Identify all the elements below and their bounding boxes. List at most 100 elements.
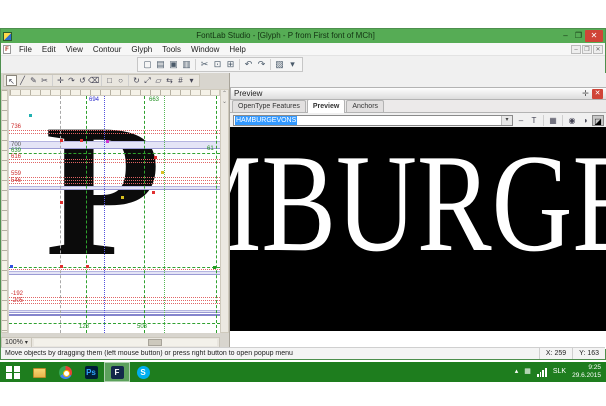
rotate-tool-icon[interactable]: ↻	[131, 75, 142, 86]
menu-glyph[interactable]: Glyph	[126, 43, 157, 56]
knife-tool-icon[interactable]: ✂	[39, 75, 50, 86]
guide-horizontal[interactable]	[9, 303, 220, 304]
ruler-tool-icon[interactable]: #	[175, 75, 186, 86]
copy-icon[interactable]: ⊡	[211, 58, 224, 71]
mdi-close-button[interactable]: ✕	[593, 45, 603, 54]
add-tangent-node-icon[interactable]: ↺	[77, 75, 88, 86]
guide-vertical[interactable]	[104, 96, 105, 333]
guide-horizontal[interactable]	[9, 297, 220, 298]
save-icon[interactable]: ▣	[167, 58, 180, 71]
guide-horizontal[interactable]	[9, 183, 220, 184]
glyph-canvas[interactable]: P 69466373670063961655954661-192-2051285…	[9, 96, 220, 333]
menu-help[interactable]: Help	[224, 43, 250, 56]
ellipse-tool-icon[interactable]: ○	[115, 75, 126, 86]
language-indicator[interactable]: SLK	[553, 362, 566, 382]
mdi-minimize-button[interactable]: –	[571, 45, 581, 54]
contour-node[interactable]	[29, 114, 32, 117]
open-icon[interactable]: ▤	[154, 58, 167, 71]
taskbar-skype[interactable]: S	[130, 362, 156, 382]
menu-contour[interactable]: Contour	[88, 43, 126, 56]
guide-horizontal[interactable]	[9, 177, 220, 178]
menu-edit[interactable]: Edit	[37, 43, 61, 56]
preview-panel-header[interactable]: Preview ✛ ✕	[230, 87, 606, 100]
guide-horizontal[interactable]	[9, 269, 220, 270]
scroll-thumb[interactable]	[148, 339, 162, 346]
guide-horizontal[interactable]	[9, 133, 220, 134]
menu-file[interactable]: File	[14, 43, 37, 56]
taskbar-clock[interactable]: 9:25 29.6.2015	[572, 364, 601, 380]
maximize-button[interactable]: ❐	[572, 30, 585, 42]
network-icon[interactable]	[537, 368, 547, 377]
menu-window[interactable]: Window	[186, 43, 224, 56]
more-toolbar-icon[interactable]: ▾	[286, 58, 299, 71]
contour-node[interactable]	[86, 265, 89, 268]
sample-text-combobox[interactable]: HAMBURGEVONS ▾	[233, 115, 513, 126]
guide-vertical[interactable]	[164, 96, 165, 333]
scale-tool-icon[interactable]: ⤢	[142, 75, 153, 86]
guide-horizontal[interactable]	[9, 153, 220, 154]
tab-preview[interactable]: Preview	[307, 99, 345, 113]
guide-vertical[interactable]	[60, 96, 61, 333]
guide-vertical[interactable]	[216, 96, 217, 333]
horizontal-scrollbar[interactable]	[34, 339, 217, 346]
contour-node[interactable]	[60, 201, 63, 204]
guide-horizontal[interactable]	[9, 310, 220, 313]
guide-horizontal[interactable]	[9, 271, 220, 275]
taskbar-photoshop[interactable]: Ps	[78, 362, 104, 382]
taskbar-file-explorer[interactable]	[26, 362, 52, 382]
mdi-restore-button[interactable]: ❐	[582, 45, 592, 54]
guide-horizontal[interactable]	[9, 323, 220, 324]
tab-anchors[interactable]: Anchors	[346, 100, 384, 112]
tray-grid-icon[interactable]: ▦	[524, 362, 531, 382]
menu-tools[interactable]: Tools	[157, 43, 186, 56]
minimize-button[interactable]: –	[559, 30, 572, 42]
contrast-button[interactable]: ◑	[579, 115, 591, 126]
cut-icon[interactable]: ✂	[198, 58, 211, 71]
guide-vertical[interactable]	[86, 96, 87, 333]
print-icon[interactable]: ▨	[273, 58, 286, 71]
grid-button[interactable]: ▦	[547, 115, 559, 126]
taskbar-fontlab[interactable]: F	[104, 362, 130, 382]
menu-view[interactable]: View	[61, 43, 88, 56]
delete-node-icon[interactable]: ⌫	[88, 75, 99, 86]
tray-overflow-icon[interactable]: ▴	[515, 362, 519, 382]
combo-dropdown-icon[interactable]: ▾	[501, 116, 512, 125]
line-tool-icon[interactable]: ╱	[17, 75, 28, 86]
guide-horizontal[interactable]	[9, 180, 220, 181]
guide-horizontal[interactable]	[9, 267, 220, 268]
color-button[interactable]: ◉	[566, 115, 578, 126]
contour-node[interactable]	[60, 139, 63, 142]
contour-node[interactable]	[154, 156, 157, 159]
taskbar-chrome[interactable]	[52, 362, 78, 382]
redo-icon[interactable]: ↷	[255, 58, 268, 71]
contour-node[interactable]	[60, 265, 63, 268]
preview-close-icon[interactable]: ✕	[592, 89, 603, 99]
guide-horizontal[interactable]	[9, 300, 220, 301]
rectangle-tool-icon[interactable]: □	[104, 75, 115, 86]
contour-node[interactable]	[106, 140, 109, 143]
add-curve-node-icon[interactable]: ↷	[66, 75, 77, 86]
pencil-tool-icon[interactable]: ✎	[28, 75, 39, 86]
edit-tool-icon[interactable]: ↖	[6, 75, 17, 86]
guide-horizontal[interactable]	[9, 314, 220, 316]
tab-opentype-features[interactable]: OpenType Features	[232, 100, 306, 112]
paste-icon[interactable]: ⊞	[224, 58, 237, 71]
guide-horizontal[interactable]	[9, 162, 220, 163]
contour-node[interactable]	[80, 139, 83, 142]
horizontal-ruler[interactable]	[9, 89, 220, 96]
start-button[interactable]	[0, 362, 26, 382]
save-all-icon[interactable]: ▥	[180, 58, 193, 71]
contour-node[interactable]	[10, 265, 13, 268]
contour-node[interactable]	[213, 266, 216, 269]
invert-button[interactable]: ◪	[592, 115, 604, 126]
mirror-tool-icon[interactable]: ⇆	[164, 75, 175, 86]
slant-tool-icon[interactable]: ▱	[153, 75, 164, 86]
contour-node[interactable]	[121, 196, 124, 199]
zoom-select[interactable]: 100% ▾	[2, 338, 32, 347]
title-bar[interactable]: FontLab Studio - [Glyph - P from First f…	[1, 29, 605, 43]
add-corner-node-icon[interactable]: ✛	[55, 75, 66, 86]
waterfall-button[interactable]: T	[528, 115, 540, 126]
contour-node[interactable]	[161, 171, 164, 174]
guide-horizontal[interactable]	[9, 141, 220, 149]
sample-options-button[interactable]: –	[515, 115, 527, 126]
